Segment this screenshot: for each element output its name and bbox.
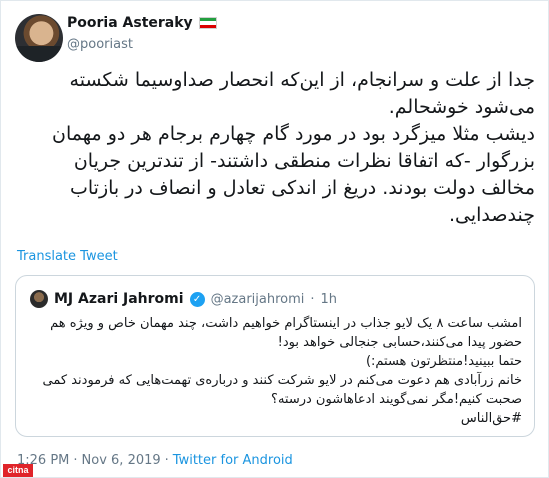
quoted-author-handle: @azarijahromi xyxy=(210,291,305,307)
author-avatar[interactable] xyxy=(15,14,63,62)
iran-flag-icon xyxy=(198,17,217,29)
meta-separator: · xyxy=(73,453,78,468)
tweet-meta: 1:26 PM · Nov 6, 2019 · Twitter for Andr… xyxy=(17,453,293,468)
tweet-body-text: جدا از علت و سرانجام، از این‌که انحصار ص… xyxy=(52,69,535,226)
verified-badge-icon: ✓ xyxy=(189,291,205,307)
quoted-tweet-text: امشب ساعت ۸ یک لایو جذاب در اینستاگرام خ… xyxy=(42,316,522,426)
quoted-timestamp: 1h xyxy=(320,291,338,307)
author-handle[interactable]: @pooriast xyxy=(67,37,133,52)
tweet-card: Pooria Asteraky @pooriast جدا از علت و س… xyxy=(0,0,549,478)
citna-watermark-logo: citna xyxy=(3,464,33,477)
quoted-separator: · xyxy=(310,291,315,307)
quoted-tweet-header: MJ Azari Jahromi ✓ @azarijahromi · 1h xyxy=(30,290,337,308)
tweet-date[interactable]: Nov 6, 2019 xyxy=(82,453,161,468)
author-name-row: Pooria Asteraky xyxy=(67,15,217,31)
quoted-author-name: MJ Azari Jahromi xyxy=(54,291,184,307)
quoted-author-avatar xyxy=(30,290,48,308)
translate-tweet-link[interactable]: Translate Tweet xyxy=(17,249,118,264)
meta-separator: · xyxy=(164,453,169,468)
tweet-source-link[interactable]: Twitter for Android xyxy=(173,453,293,468)
author-display-name[interactable]: Pooria Asteraky xyxy=(67,15,193,31)
quoted-tweet[interactable]: MJ Azari Jahromi ✓ @azarijahromi · 1h ام… xyxy=(15,275,535,437)
